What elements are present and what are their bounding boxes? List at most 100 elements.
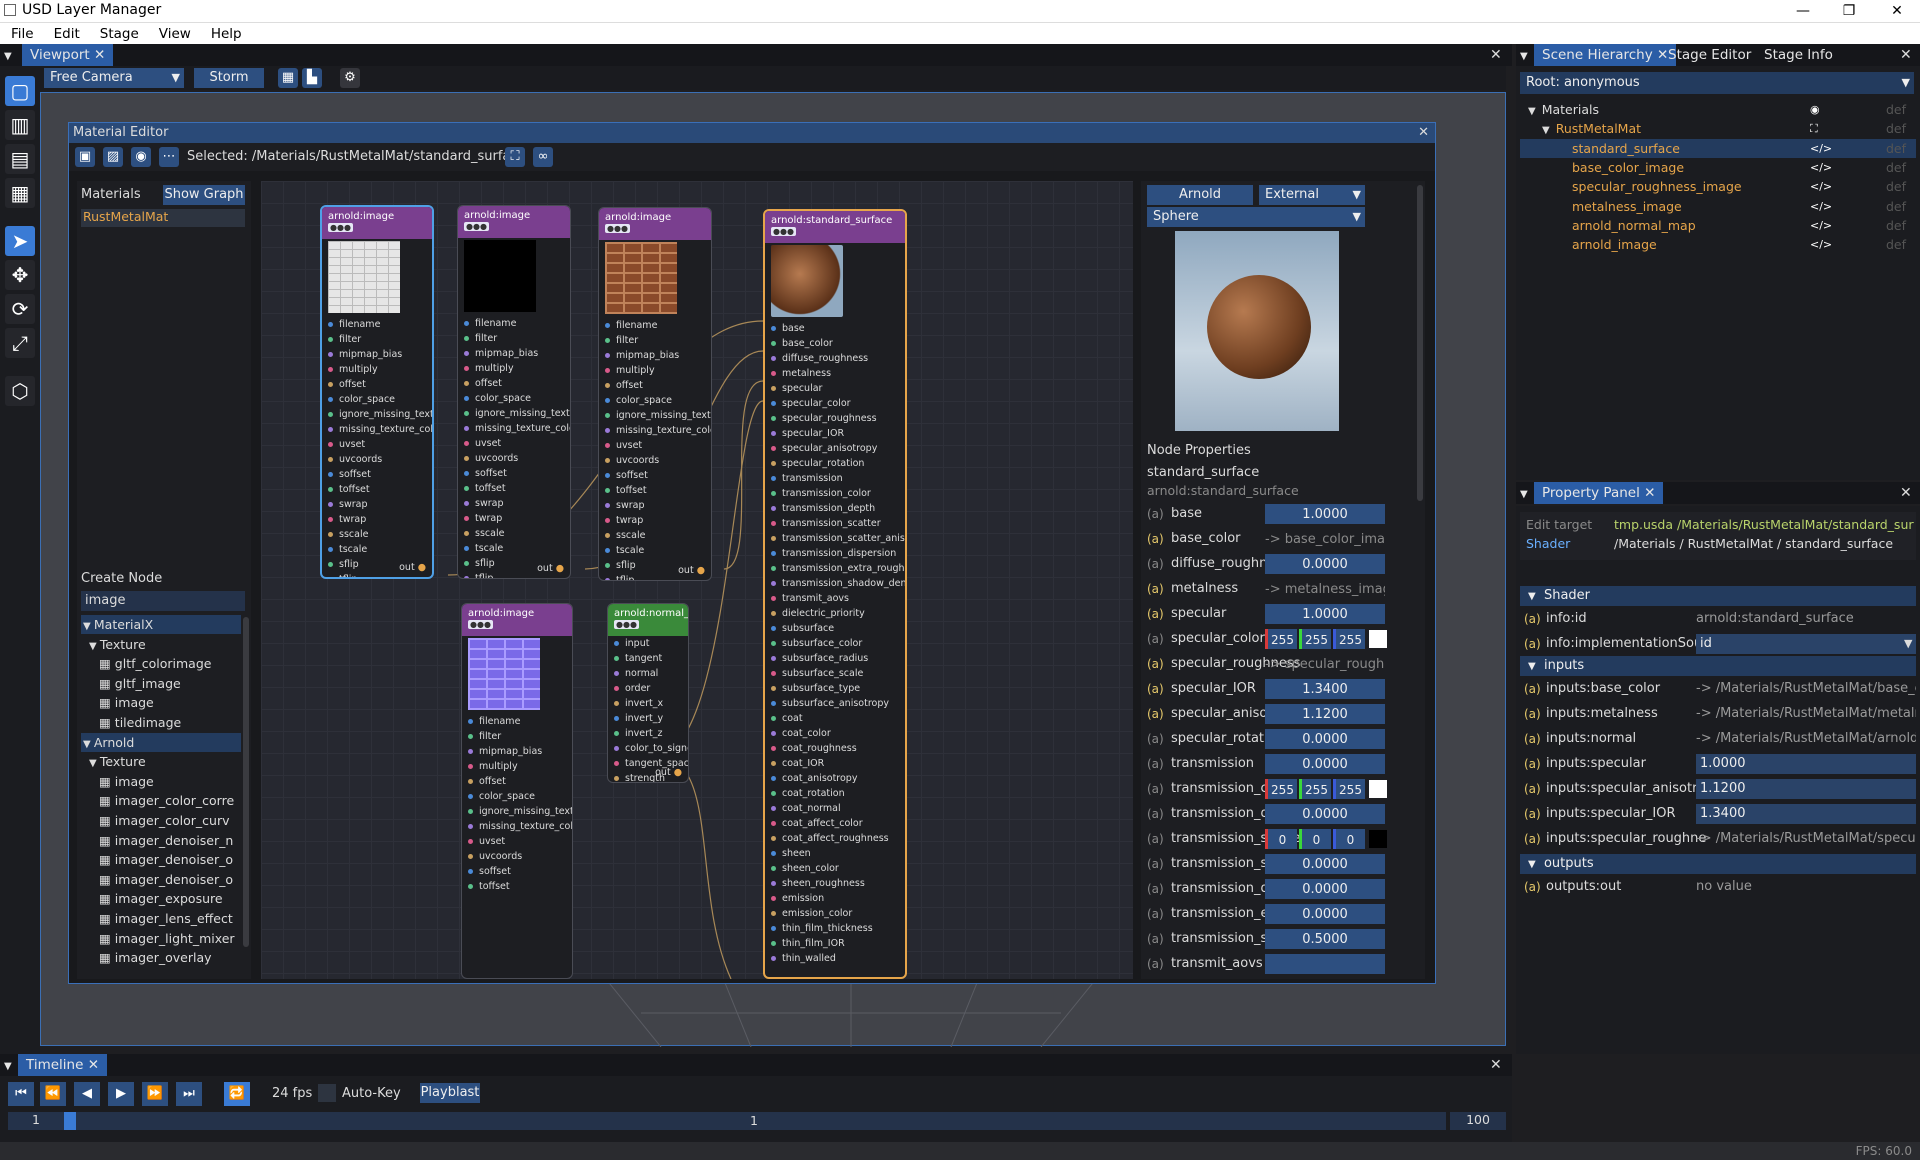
node-input-pin[interactable]: filename: [322, 317, 432, 332]
pin-dot[interactable]: [468, 734, 473, 739]
color-channel-input[interactable]: 0: [1333, 829, 1365, 849]
pin-dot[interactable]: [771, 731, 776, 736]
node-input-pin[interactable]: mipmap_bias: [462, 744, 572, 759]
menu-edit[interactable]: Edit: [43, 23, 89, 42]
node-input-pin[interactable]: base: [765, 321, 905, 336]
pin-dot[interactable]: [614, 776, 619, 781]
node-input-pin[interactable]: color_space: [322, 392, 432, 407]
section-shader[interactable]: ▼ Shader: [1520, 586, 1916, 606]
pin-dot[interactable]: [605, 368, 610, 373]
node-input-pin[interactable]: color_to_signed: [608, 741, 688, 756]
property-value[interactable]: arnold:standard_surface: [1696, 608, 1916, 630]
node-input-pin[interactable]: specular_anisotropy: [765, 441, 905, 456]
node-output-pin[interactable]: out ●: [655, 767, 682, 778]
next-key-icon[interactable]: ⏩: [142, 1082, 168, 1106]
node-graph-canvas[interactable]: arnold:image ●●● filename filter mipmap_bias…: [261, 181, 1133, 979]
end-frame-input[interactable]: 100: [1450, 1112, 1506, 1130]
pin-dot[interactable]: [328, 442, 333, 447]
scene-tree-item[interactable]: ▼ RustMetalMat ⛶ def: [1520, 119, 1916, 138]
node-input-pin[interactable]: dielectric_priority: [765, 606, 905, 621]
property-value[interactable]: id: [1696, 634, 1916, 654]
close-icon[interactable]: ✕: [1644, 485, 1655, 501]
node-input-pin[interactable]: subsurface_scale: [765, 666, 905, 681]
graph-node[interactable]: arnold:image ●●● filename filter mipmap_bias…: [461, 603, 573, 979]
close-icon[interactable]: ✕: [88, 1057, 99, 1073]
pin-dot[interactable]: [605, 578, 610, 580]
cube-icon[interactable]: ⬡: [5, 376, 35, 406]
node-input-pin[interactable]: input: [608, 636, 688, 651]
pin-dot[interactable]: [614, 671, 619, 676]
property-row[interactable]: (a) inputs:specular_anisotro 1.1200: [1520, 778, 1916, 800]
node-input-pin[interactable]: emission_color: [765, 906, 905, 921]
pin-dot[interactable]: [605, 443, 610, 448]
node-input-pin[interactable]: filter: [322, 332, 432, 347]
pin-dot[interactable]: [464, 561, 469, 566]
node-input-pin[interactable]: sscale: [599, 528, 711, 543]
node-input-pin[interactable]: ignore_missing_textures: [462, 804, 572, 819]
property-row[interactable]: (a) specular_anisotropy 1.1200: [1141, 703, 1411, 725]
scene-tree-item[interactable]: arnold_image </> def: [1520, 235, 1916, 254]
pin-dot[interactable]: [464, 396, 469, 401]
more-icon[interactable]: ●●●: [771, 227, 796, 236]
property-row[interactable]: (a) specular_color 255 255 255: [1141, 628, 1411, 650]
property-value[interactable]: -> /Materials/RustMetalMat/base_col: [1696, 678, 1916, 700]
color-channel-input[interactable]: 255: [1333, 779, 1365, 799]
tree-item[interactable]: ▦ gltf_colorimage: [81, 654, 241, 673]
scene-tree-item[interactable]: arnold_normal_map </> def: [1520, 216, 1916, 235]
node-input-pin[interactable]: filename: [599, 318, 711, 333]
node-input-pin[interactable]: transmit_aovs: [765, 591, 905, 606]
pin-dot[interactable]: [464, 336, 469, 341]
more-icon[interactable]: ●●●: [605, 224, 630, 233]
property-row[interactable]: (a) inputs:normal -> /Materials/RustMetalM…: [1520, 728, 1916, 750]
pin-dot[interactable]: [328, 412, 333, 417]
property-row[interactable]: (a)metalness-> metalness_image: [1141, 578, 1411, 600]
node-input-pin[interactable]: subsurface: [765, 621, 905, 636]
node-input-pin[interactable]: coat_anisotropy: [765, 771, 905, 786]
pin-dot[interactable]: [605, 353, 610, 358]
tree-item[interactable]: ▦ imager_denoiser_n: [81, 831, 241, 850]
scrollbar[interactable]: [1417, 185, 1423, 501]
pin-dot[interactable]: [771, 941, 776, 946]
node-input-pin[interactable]: tflip: [322, 572, 432, 577]
node-input-pin[interactable]: mipmap_bias: [458, 346, 570, 361]
property-row[interactable]: (a) transmit_aovs: [1141, 953, 1411, 975]
node-input-pin[interactable]: color_space: [458, 391, 570, 406]
pin-dot[interactable]: [771, 536, 776, 541]
node-input-pin[interactable]: color_space: [462, 789, 572, 804]
pin-dot[interactable]: [605, 503, 610, 508]
property-value[interactable]: 1.3400: [1696, 804, 1916, 824]
node-input-pin[interactable]: multiply: [458, 361, 570, 376]
node-input-pin[interactable]: subsurface_color: [765, 636, 905, 651]
node-input-pin[interactable]: thin_walled: [765, 951, 905, 966]
tree-item[interactable]: ▦ imager_color_curv: [81, 811, 241, 830]
node-input-pin[interactable]: toffset: [462, 879, 572, 894]
timeline-handle[interactable]: [64, 1112, 76, 1130]
node-input-pin[interactable]: toffset: [599, 483, 711, 498]
node-input-pin[interactable]: tangent: [608, 651, 688, 666]
tree-item[interactable]: ▦ imager_denoiser_o: [81, 850, 241, 869]
pin-dot[interactable]: [328, 487, 333, 492]
property-value[interactable]: -> metalness_image: [1265, 579, 1385, 599]
color-channel-input[interactable]: 0: [1299, 829, 1331, 849]
pin-dot[interactable]: [605, 428, 610, 433]
pin-dot[interactable]: [771, 566, 776, 571]
play-back-icon[interactable]: ◀: [74, 1082, 100, 1106]
node-input-pin[interactable]: mipmap_bias: [599, 348, 711, 363]
property-row[interactable]: (a) inputs:base_color -> /Materials/RustMe…: [1520, 678, 1916, 700]
close-icon[interactable]: ✕: [1874, 0, 1920, 22]
property-row[interactable]: (a) inputs:specular_IOR 1.3400: [1520, 803, 1916, 825]
node-input-pin[interactable]: ignore_missing_textures: [458, 406, 570, 421]
pin-dot[interactable]: [468, 869, 473, 874]
property-row[interactable]: (a) outputs:out no value: [1520, 876, 1916, 898]
split-horizontal-icon[interactable]: ▤: [5, 144, 35, 174]
property-value[interactable]: -> base_color_image: [1265, 529, 1385, 549]
pin-dot[interactable]: [771, 386, 776, 391]
menu-view[interactable]: View: [148, 23, 200, 42]
node-input-pin[interactable]: coat_normal: [765, 801, 905, 816]
pin-dot[interactable]: [464, 366, 469, 371]
node-input-pin[interactable]: sheen_color: [765, 861, 905, 876]
pin-dot[interactable]: [328, 517, 333, 522]
autokey-checkbox[interactable]: [318, 1084, 336, 1102]
property-row[interactable]: (a) specular_rotation 0.0000: [1141, 728, 1411, 750]
node-input-pin[interactable]: twrap: [599, 513, 711, 528]
